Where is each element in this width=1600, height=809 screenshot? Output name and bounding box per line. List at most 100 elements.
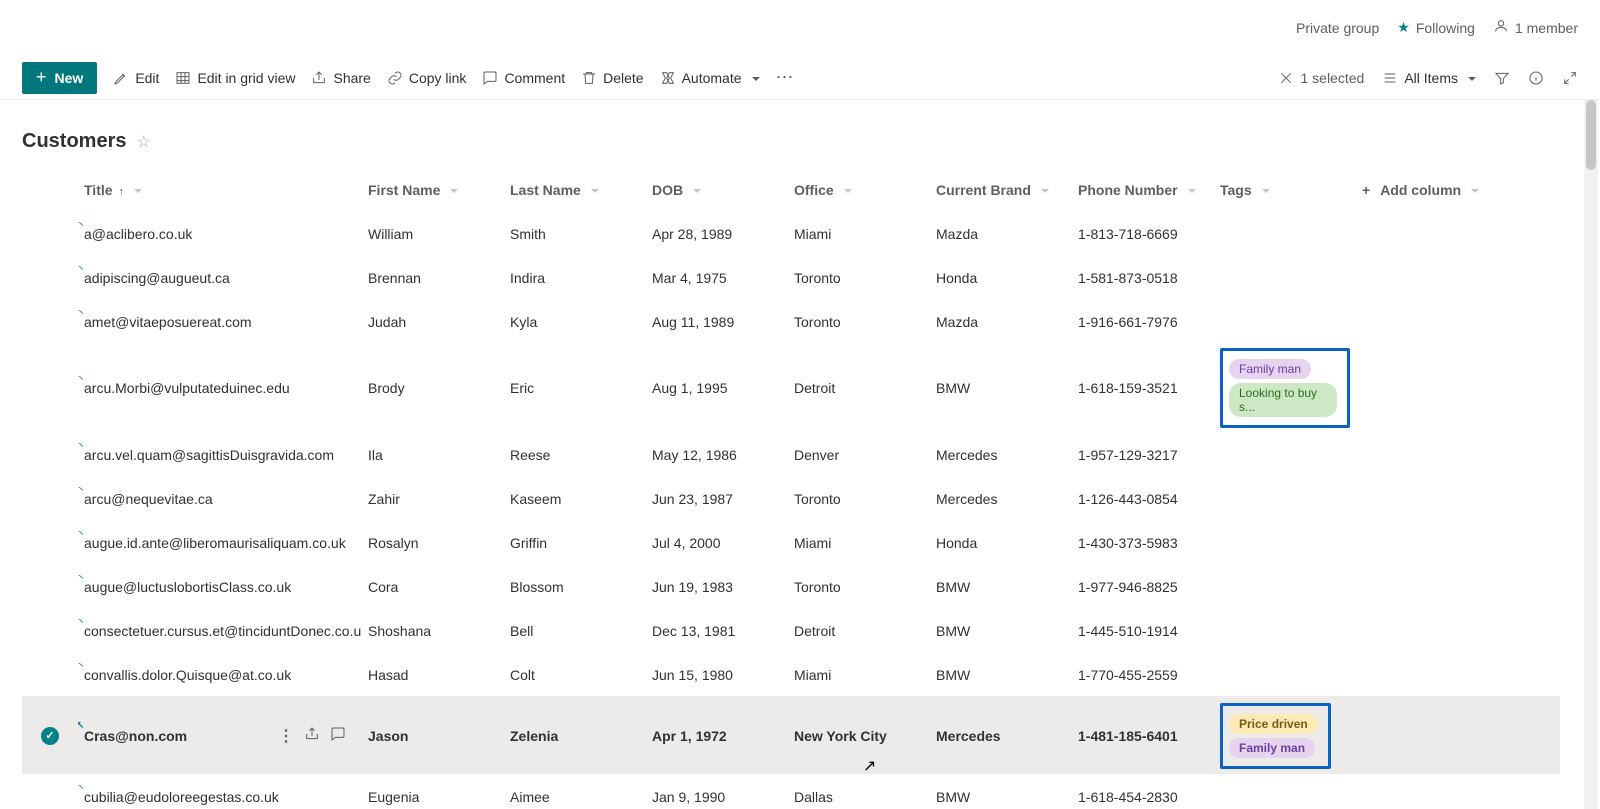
following-toggle[interactable]: ★ Following	[1397, 19, 1475, 36]
members-button[interactable]: 1 member	[1493, 18, 1578, 37]
table-row[interactable]: arcu.vel.quam@sagittisDuisgravida.comIla…	[22, 432, 1560, 476]
info-pane-button[interactable]	[1528, 70, 1544, 86]
title-link[interactable]: cubilia@eudoloreegestas.co.uk	[84, 789, 279, 805]
delete-button[interactable]: Delete	[581, 70, 643, 86]
col-dob[interactable]: DOB	[646, 178, 788, 202]
title-link[interactable]: adipiscing@augueut.ca	[84, 270, 230, 286]
share-button[interactable]: Share	[311, 70, 370, 86]
title-cell[interactable]: arcu.Morbi@vulputateduinec.edu	[78, 376, 362, 400]
title-cell[interactable]: amet@vitaeposuereat.com	[78, 310, 362, 334]
table-row[interactable]: ✓Cras@non.comJasonZeleniaApr 1, 1972New …	[22, 696, 1560, 774]
table-row[interactable]: arcu@nequevitae.caZahirKaseemJun 23, 198…	[22, 476, 1560, 520]
cell-dob: Jun 23, 1987	[646, 487, 788, 511]
table-row[interactable]: adipiscing@augueut.caBrennanIndiraMar 4,…	[22, 255, 1560, 299]
title-cell[interactable]: Cras@non.com	[78, 722, 362, 750]
title-link[interactable]: augue@luctuslobortisClass.co.uk	[84, 579, 291, 595]
cell-empty	[1356, 583, 1498, 591]
delete-label: Delete	[603, 70, 643, 86]
edit-button[interactable]: Edit	[113, 70, 159, 86]
cell-tags	[1214, 318, 1356, 326]
table-row[interactable]: amet@vitaeposuereat.comJudahKylaAug 11, …	[22, 299, 1560, 343]
row-selector[interactable]	[22, 230, 78, 238]
title-cell[interactable]: arcu@nequevitae.ca	[78, 487, 362, 511]
title-link[interactable]: arcu.Morbi@vulputateduinec.edu	[84, 380, 290, 396]
row-selector[interactable]	[22, 583, 78, 591]
tag-pill[interactable]: Family man	[1229, 359, 1311, 379]
cell-brand: Honda	[930, 266, 1072, 290]
title-cell[interactable]: augue.id.ante@liberomaurisaliquam.co.uk	[78, 531, 362, 555]
row-selector[interactable]	[22, 627, 78, 635]
row-selector[interactable]: ✓	[22, 723, 78, 749]
cell-brand: Mercedes	[930, 724, 1072, 748]
title-link[interactable]: convallis.dolor.Quisque@at.co.uk	[84, 667, 291, 683]
title-cell[interactable]: augue@luctuslobortisClass.co.uk	[78, 575, 362, 599]
title-link[interactable]: arcu@nequevitae.ca	[84, 491, 213, 507]
copy-link-button[interactable]: Copy link	[387, 70, 467, 86]
title-cell[interactable]: adipiscing@augueut.ca	[78, 266, 362, 290]
col-tags[interactable]: Tags	[1214, 178, 1356, 202]
cell-dob: Apr 28, 1989	[646, 222, 788, 246]
row-selector[interactable]	[22, 495, 78, 503]
tag-pill[interactable]: Family man	[1229, 738, 1315, 758]
row-selector[interactable]	[22, 451, 78, 459]
row-comment-icon[interactable]	[330, 726, 346, 746]
col-brand[interactable]: Current Brand	[930, 178, 1072, 202]
title-link[interactable]: a@aclibero.co.uk	[84, 226, 192, 242]
col-title[interactable]: Title	[78, 178, 362, 202]
table-row[interactable]: consectetuer.cursus.et@tinciduntDonec.co…	[22, 608, 1560, 652]
title-cell[interactable]: cubilia@eudoloreegestas.co.uk	[78, 785, 362, 809]
table-row[interactable]: augue.id.ante@liberomaurisaliquam.co.ukR…	[22, 520, 1560, 564]
title-cell[interactable]: a@aclibero.co.uk	[78, 222, 362, 246]
title-cell[interactable]: convallis.dolor.Quisque@at.co.uk	[78, 663, 362, 687]
cell-last: Bell	[504, 619, 646, 643]
tag-pill[interactable]: Price driven	[1229, 714, 1318, 734]
chevron-down-icon	[1464, 70, 1476, 86]
title-cell[interactable]: consectetuer.cursus.et@tinciduntDonec.co…	[78, 619, 362, 643]
row-selector[interactable]	[22, 671, 78, 679]
row-selector[interactable]	[22, 318, 78, 326]
title-link[interactable]: Cras@non.com	[84, 728, 187, 744]
chevron-down-icon	[840, 182, 852, 198]
cell-phone: 1-430-373-5983	[1072, 531, 1214, 555]
col-office[interactable]: Office	[788, 178, 930, 202]
tag-pill[interactable]: Looking to buy s...	[1229, 383, 1337, 417]
scrollbar-thumb[interactable]	[1586, 100, 1596, 170]
row-selector[interactable]	[22, 274, 78, 282]
title-link[interactable]: arcu.vel.quam@sagittisDuisgravida.com	[84, 447, 334, 463]
filter-button[interactable]	[1494, 70, 1510, 86]
more-commands-button[interactable]	[776, 67, 795, 88]
title-link[interactable]: augue.id.ante@liberomaurisaliquam.co.uk	[84, 535, 346, 551]
cell-phone: 1-618-159-3521	[1072, 376, 1214, 400]
view-switcher[interactable]: All Items	[1382, 70, 1476, 86]
table-row[interactable]: augue@luctuslobortisClass.co.ukCoraBloss…	[22, 564, 1560, 608]
col-first-name[interactable]: First Name	[362, 178, 504, 202]
comment-button[interactable]: Comment	[482, 70, 565, 86]
row-more-icon[interactable]	[278, 726, 294, 746]
add-column-button[interactable]: +Add column	[1356, 178, 1498, 202]
new-button[interactable]: + New	[22, 62, 97, 94]
title-cell[interactable]: arcu.vel.quam@sagittisDuisgravida.com	[78, 443, 362, 467]
expand-button[interactable]	[1562, 70, 1578, 86]
table-row[interactable]: arcu.Morbi@vulputateduinec.eduBrodyEricA…	[22, 343, 1560, 432]
row-selector[interactable]	[22, 793, 78, 801]
favorite-star-icon[interactable]: ☆	[136, 132, 150, 152]
row-share-icon[interactable]	[304, 726, 320, 746]
clear-selection-button[interactable]: 1 selected	[1278, 70, 1364, 86]
edit-grid-button[interactable]: Edit in grid view	[175, 70, 295, 86]
row-selector[interactable]	[22, 384, 78, 392]
title-link[interactable]: amet@vitaeposuereat.com	[84, 314, 252, 330]
col-last-name[interactable]: Last Name	[504, 178, 646, 202]
col-phone[interactable]: Phone Number	[1072, 178, 1214, 202]
vertical-scrollbar[interactable]	[1584, 100, 1598, 809]
automate-button[interactable]: Automate	[660, 70, 760, 86]
table-row[interactable]: convallis.dolor.Quisque@at.co.ukHasadCol…	[22, 652, 1560, 696]
row-selector[interactable]	[22, 539, 78, 547]
table-row[interactable]: cubilia@eudoloreegestas.co.ukEugeniaAime…	[22, 774, 1560, 809]
command-bar: + New Edit Edit in grid view Share Copy …	[0, 56, 1600, 100]
select-all-header[interactable]	[22, 186, 78, 194]
list-scroll-area[interactable]: Customers ☆ Title First Name Last Name D…	[0, 100, 1582, 809]
table-row[interactable]: a@aclibero.co.ukWilliamSmithApr 28, 1989…	[22, 211, 1560, 255]
chevron-down-icon	[1467, 182, 1479, 198]
title-link[interactable]: consectetuer.cursus.et@tinciduntDonec.co…	[84, 623, 362, 639]
filter-icon	[1494, 70, 1510, 86]
